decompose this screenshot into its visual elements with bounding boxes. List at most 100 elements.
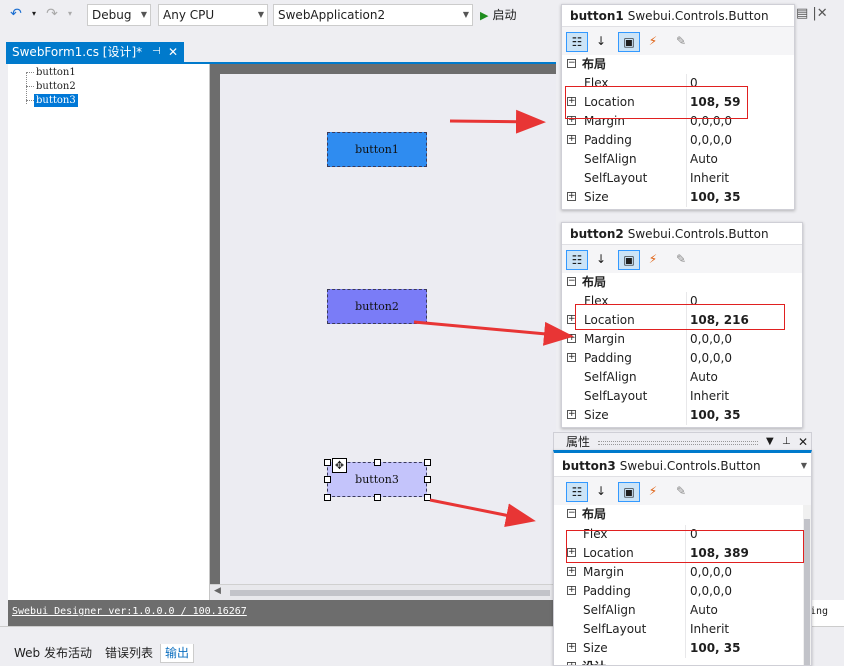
panel-object-title[interactable]: button3 Swebui.Controls.Button ▼ — [554, 455, 811, 477]
prop-value[interactable]: 0,0,0,0 — [690, 349, 732, 368]
prop-row-selfalign[interactable]: SelfAlign Auto — [562, 150, 794, 169]
prop-value[interactable]: 0,0,0,0 — [690, 582, 732, 601]
chevron-down-icon[interactable]: ▼ — [801, 455, 807, 477]
pin-icon[interactable]: ⊣ — [152, 42, 161, 62]
prop-value[interactable]: 100, 35 — [690, 188, 740, 207]
prop-row-margin[interactable]: + Margin 0,0,0,0 — [554, 563, 811, 582]
scroll-left-icon[interactable]: ◀ — [214, 586, 221, 596]
expand-icon[interactable]: + — [567, 353, 576, 362]
collapse-icon[interactable]: − — [567, 59, 576, 68]
drag-grip[interactable] — [598, 441, 758, 445]
category-layout[interactable]: − 布局 — [562, 55, 794, 74]
start-button[interactable]: ▶ 启动 — [480, 6, 516, 24]
undo-icon[interactable]: ↶ — [8, 6, 24, 22]
tab-output[interactable]: 输出 — [160, 644, 195, 663]
horizontal-scrollbar[interactable]: ◀ — [210, 584, 556, 600]
designer-button1[interactable]: button1 — [327, 132, 427, 167]
events-lightning-icon[interactable]: ⚡ — [642, 250, 664, 270]
properties-window-header[interactable]: 属性 ▼ ⊥ ✕ — [553, 432, 812, 450]
close-icon[interactable]: ✕ — [798, 433, 808, 451]
categorized-icon[interactable]: ☷ — [566, 482, 588, 502]
solution-config-select[interactable]: Debug ▼ — [87, 4, 151, 26]
expand-icon[interactable]: + — [567, 135, 576, 144]
events-lightning-icon[interactable]: ⚡ — [642, 482, 664, 502]
prop-row-size[interactable]: + Size 100, 35 — [562, 406, 802, 425]
collapse-icon[interactable]: − — [567, 509, 576, 518]
scroll-thumb[interactable] — [230, 590, 550, 596]
scroll-thumb[interactable] — [804, 519, 810, 665]
move-handle-icon[interactable]: ✥ — [332, 458, 347, 473]
tab-error-list[interactable]: 错误列表 — [101, 644, 157, 662]
prop-value[interactable]: 100, 35 — [690, 406, 740, 425]
prop-row-margin[interactable]: + Margin 0,0,0,0 — [562, 330, 802, 349]
category-layout[interactable]: − 布局 — [554, 505, 811, 524]
prop-row-padding[interactable]: + Padding 0,0,0,0 — [562, 131, 794, 150]
properties-icon[interactable]: ▣ — [618, 250, 640, 270]
prop-row-padding[interactable]: + Padding 0,0,0,0 — [562, 349, 802, 368]
close-icon[interactable]: ✕ — [168, 42, 178, 62]
resize-handle-e[interactable] — [424, 476, 431, 483]
prop-value[interactable]: Auto — [690, 368, 718, 387]
resize-handle-sw[interactable] — [324, 494, 331, 501]
prop-value[interactable]: 100, 35 — [690, 639, 740, 658]
redo-icon[interactable]: ↷ — [44, 6, 60, 22]
resize-handle-w[interactable] — [324, 476, 331, 483]
prop-row-selflayout[interactable]: SelfLayout Inherit — [562, 169, 794, 188]
vertical-scrollbar[interactable] — [803, 505, 811, 665]
wrench-icon[interactable]: ✎ — [670, 250, 692, 270]
prop-value[interactable]: 0,0,0,0 — [690, 131, 732, 150]
wrench-icon[interactable]: ✎ — [670, 482, 692, 502]
sort-alpha-icon[interactable]: ↓ — [590, 32, 612, 52]
category-layout[interactable]: − 布局 — [562, 273, 802, 292]
wrench-icon[interactable]: ✎ — [670, 32, 692, 52]
tree-item-button2[interactable]: button2 — [34, 80, 78, 93]
prop-value[interactable]: 0,0,0,0 — [690, 330, 732, 349]
categorized-icon[interactable]: ☷ — [566, 32, 588, 52]
startup-project-select[interactable]: SwebApplication2 ▼ — [273, 4, 473, 26]
expand-icon[interactable]: + — [567, 192, 576, 201]
window-menu-icon[interactable]: ▼ — [766, 433, 774, 451]
resize-handle-se[interactable] — [424, 494, 431, 501]
resize-handle-nw[interactable] — [324, 459, 331, 466]
expand-icon[interactable]: + — [567, 662, 576, 665]
prop-row-selflayout[interactable]: SelfLayout Inherit — [554, 620, 811, 639]
expand-icon[interactable]: + — [567, 567, 576, 576]
platform-select[interactable]: Any CPU ▼ — [158, 4, 268, 26]
prop-value[interactable]: 0,0,0,0 — [690, 563, 732, 582]
tree-item-button1[interactable]: button1 — [34, 66, 78, 79]
prop-row-size[interactable]: + Size 100, 35 — [554, 639, 811, 658]
resize-handle-s[interactable] — [374, 494, 381, 501]
prop-row-padding[interactable]: + Padding 0,0,0,0 — [554, 582, 811, 601]
collapse-icon[interactable]: − — [567, 277, 576, 286]
resize-handle-ne[interactable] — [424, 459, 431, 466]
expand-icon[interactable]: + — [567, 643, 576, 652]
sort-alpha-icon[interactable]: ↓ — [590, 482, 612, 502]
categorized-icon[interactable]: ☷ — [566, 250, 588, 270]
undo-dropdown-icon[interactable]: ▾ — [26, 6, 42, 22]
expand-icon[interactable]: + — [567, 586, 576, 595]
prop-row-selfalign[interactable]: SelfAlign Auto — [562, 368, 802, 387]
designer-version-link[interactable]: Swebui Designer ver:1.0.0.0 / 100.16267 — [12, 606, 247, 617]
tree-item-button3[interactable]: button3 — [34, 94, 78, 107]
properties-icon[interactable]: ▣ — [618, 482, 640, 502]
prop-value[interactable]: Auto — [690, 150, 718, 169]
prop-row-selflayout[interactable]: SelfLayout Inherit — [562, 387, 802, 406]
prop-value[interactable]: Inherit — [690, 620, 729, 639]
category-design[interactable]: + 设计 — [554, 658, 811, 665]
pin-icon[interactable]: ⊥ — [782, 433, 791, 451]
events-lightning-icon[interactable]: ⚡ — [642, 32, 664, 52]
prop-value[interactable]: Inherit — [690, 387, 729, 406]
prop-value[interactable]: Inherit — [690, 169, 729, 188]
resize-handle-n[interactable] — [374, 459, 381, 466]
tab-web-publish[interactable]: Web 发布活动 — [10, 644, 96, 662]
redo-dropdown-icon[interactable]: ▾ — [62, 6, 78, 22]
tab-swebform1-design[interactable]: SwebForm1.cs [设计]* ⊣ ✕ — [6, 42, 184, 62]
toolbar-overflow-icons[interactable]: ▤ |✕ — [796, 6, 828, 21]
prop-row-selfalign[interactable]: SelfAlign Auto — [554, 601, 811, 620]
expand-icon[interactable]: + — [567, 334, 576, 343]
prop-row-size[interactable]: + Size 100, 35 — [562, 188, 794, 207]
designer-button2[interactable]: button2 — [327, 289, 427, 324]
prop-value[interactable]: Auto — [690, 601, 718, 620]
sort-alpha-icon[interactable]: ↓ — [590, 250, 612, 270]
properties-icon[interactable]: ▣ — [618, 32, 640, 52]
